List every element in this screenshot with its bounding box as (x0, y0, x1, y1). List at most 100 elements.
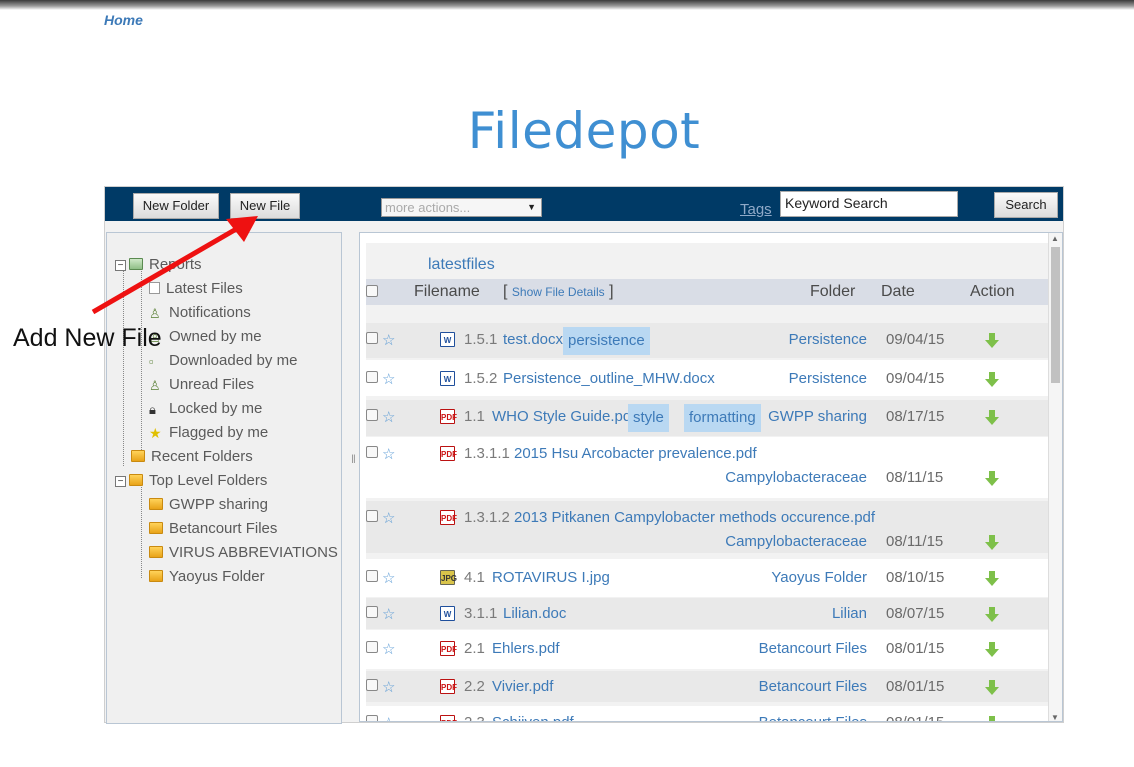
file-folder-link[interactable]: Persistence (789, 370, 867, 387)
tree-item-recent-folders[interactable]: Recent Folders (131, 448, 253, 466)
download-icon[interactable] (985, 471, 999, 487)
file-folder-link[interactable]: Campylobacteraceae (725, 469, 867, 486)
star-icon[interactable]: ☆ (382, 607, 395, 622)
star-icon[interactable]: ☆ (382, 372, 395, 387)
download-icon[interactable] (985, 571, 999, 587)
file-name-link[interactable]: test.docx (503, 331, 563, 348)
table-row[interactable]: ☆ W 1.5.1 test.docx persistence Persistence 09… (366, 323, 1050, 358)
file-folder-link[interactable]: Campylobacteraceae (725, 533, 867, 550)
file-name-link[interactable]: 2015 Hsu Arcobacter prevalence.pdf (514, 445, 757, 462)
tree-item-unread-files[interactable]: ♙ Unread Files (149, 376, 254, 394)
star-icon[interactable]: ☆ (382, 680, 395, 695)
row-checkbox[interactable] (366, 641, 378, 653)
search-button[interactable]: Search (994, 192, 1058, 218)
row-checkbox[interactable] (366, 371, 378, 383)
file-name-link[interactable]: Lilian.doc (503, 605, 566, 622)
new-file-button[interactable]: New File (230, 193, 300, 219)
file-folder-link[interactable]: Yaoyus Folder (771, 569, 867, 586)
user-icon: ♙ (149, 378, 161, 393)
download-icon[interactable] (985, 535, 999, 551)
row-checkbox[interactable] (366, 510, 378, 522)
folder-header[interactable]: Folder (810, 283, 855, 301)
file-date: 08/10/15 (886, 569, 945, 586)
table-row[interactable]: ☆ PDF 1.3.1.2 2013 Pitkanen Campylobacter m… (366, 501, 1050, 553)
file-folder-link[interactable]: Betancourt Files (759, 714, 867, 721)
table-row[interactable]: ☆ PDF 1.1 WHO Style Guide.pdf style formattin… (366, 400, 1050, 436)
star-icon[interactable]: ☆ (382, 511, 395, 526)
row-checkbox[interactable] (366, 606, 378, 618)
download-icon[interactable] (985, 716, 999, 721)
download-icon[interactable] (985, 372, 999, 388)
file-name-link[interactable]: Vivier.pdf (492, 678, 553, 695)
file-folder-link[interactable]: Betancourt Files (759, 640, 867, 657)
show-file-details-link[interactable]: Show File Details (512, 285, 605, 299)
row-checkbox[interactable] (366, 446, 378, 458)
home-link[interactable]: Home (104, 12, 143, 28)
filename-header[interactable]: Filename (414, 283, 480, 301)
file-name-link[interactable]: Ehlers.pdf (492, 640, 560, 657)
panel-splitter[interactable]: ‖ (351, 452, 356, 466)
tree-item-top-level-folders[interactable]: − Top Level Folders (115, 472, 267, 490)
date-header[interactable]: Date (881, 283, 915, 301)
tag-badge[interactable]: style (628, 404, 669, 432)
file-name-link[interactable]: Schijven.pdf (492, 714, 574, 721)
table-row[interactable]: ☆ PDF 2.2 Vivier.pdf Betancourt Files 08/01/1… (366, 671, 1050, 702)
download-icon[interactable] (985, 642, 999, 658)
download-icon[interactable] (985, 333, 999, 349)
tree-item-reports[interactable]: − Reports (115, 256, 202, 274)
file-folder-link[interactable]: Betancourt Files (759, 678, 867, 695)
vertical-scrollbar[interactable]: ▲ ▼ (1048, 233, 1062, 721)
row-checkbox[interactable] (366, 715, 378, 721)
tree-item-folder[interactable]: GWPP sharing (149, 496, 268, 514)
tree-item-notifications[interactable]: ♙ Notifications (149, 304, 251, 322)
star-icon[interactable]: ☆ (382, 642, 395, 657)
pdf-file-icon: PDF (440, 715, 457, 721)
scroll-up-icon[interactable]: ▲ (1051, 234, 1059, 243)
table-row[interactable]: ☆ PDF 2.3 Schijven.pdf Betancourt Files 08/01… (366, 706, 1050, 721)
tag-badge[interactable]: formatting (684, 404, 761, 432)
keyword-search-input[interactable]: Keyword Search (780, 191, 958, 217)
scroll-thumb[interactable] (1051, 247, 1060, 383)
file-name-link[interactable]: Persistence_outline_MHW.docx (503, 370, 715, 387)
tree-item-folder[interactable]: Betancourt Files (149, 520, 277, 538)
file-folder-link[interactable]: Persistence (789, 331, 867, 348)
file-folder-link[interactable]: GWPP sharing (768, 408, 867, 425)
collapse-icon[interactable]: − (115, 476, 126, 487)
row-checkbox[interactable] (366, 332, 378, 344)
star-icon[interactable]: ☆ (382, 447, 395, 462)
tree-item-flagged-by-me[interactable]: ★ Flagged by me (149, 424, 268, 442)
star-icon[interactable]: ☆ (382, 410, 395, 425)
tags-link[interactable]: Tags (740, 201, 772, 218)
row-checkbox[interactable] (366, 679, 378, 691)
star-icon[interactable]: ☆ (382, 333, 395, 348)
table-row[interactable]: ☆ PDF 2.1 Ehlers.pdf Betancourt Files 08/01/1… (366, 630, 1050, 669)
more-actions-select[interactable]: more actions... ▼ (381, 198, 542, 217)
tag-badge[interactable]: persistence (563, 327, 650, 355)
new-folder-button[interactable]: New Folder (133, 193, 219, 219)
row-checkbox[interactable] (366, 570, 378, 582)
download-icon[interactable] (985, 607, 999, 623)
table-row[interactable]: ☆ W 1.5.2 Persistence_outline_MHW.docx Persi… (366, 360, 1050, 396)
tree-item-folder[interactable]: Yaoyus Folder (149, 568, 265, 586)
file-folder-link[interactable]: Lilian (832, 605, 867, 622)
row-checkbox[interactable] (366, 409, 378, 421)
table-row[interactable]: ☆ W 3.1.1 Lilian.doc Lilian 08/07/15 (366, 598, 1050, 629)
file-name-link[interactable]: ROTAVIRUS I.jpg (492, 569, 610, 586)
tree-item-locked-by-me[interactable]: 🔒︎ Locked by me (149, 400, 262, 418)
table-row[interactable]: ☆ JPG 4.1 ROTAVIRUS I.jpg Yaoyus Folder 08/10… (366, 559, 1050, 597)
file-version: 4.1 (464, 569, 485, 586)
scroll-down-icon[interactable]: ▼ (1051, 713, 1059, 721)
tree-item-owned-by-me[interactable]: ♙ Owned by me (149, 328, 262, 346)
tree-item-downloaded-by-me[interactable]: ▫ Downloaded by me (149, 352, 297, 370)
file-name-link[interactable]: 2013 Pitkanen Campylobacter methods occu… (514, 509, 875, 526)
download-icon[interactable] (985, 680, 999, 696)
star-icon[interactable]: ☆ (382, 571, 395, 586)
star-icon[interactable]: ☆ (382, 716, 395, 721)
tree-item-latest-files[interactable]: Latest Files (149, 280, 243, 298)
select-all-checkbox[interactable] (366, 285, 378, 297)
download-icon[interactable] (985, 410, 999, 426)
collapse-icon[interactable]: − (115, 260, 126, 271)
table-row[interactable]: ☆ PDF 1.3.1.1 2015 Hsu Arcobacter prevalenc… (366, 437, 1050, 498)
tree-item-folder[interactable]: VIRUS ABBREVIATIONS (149, 544, 338, 562)
file-name-link[interactable]: WHO Style Guide.pdf (492, 408, 635, 425)
